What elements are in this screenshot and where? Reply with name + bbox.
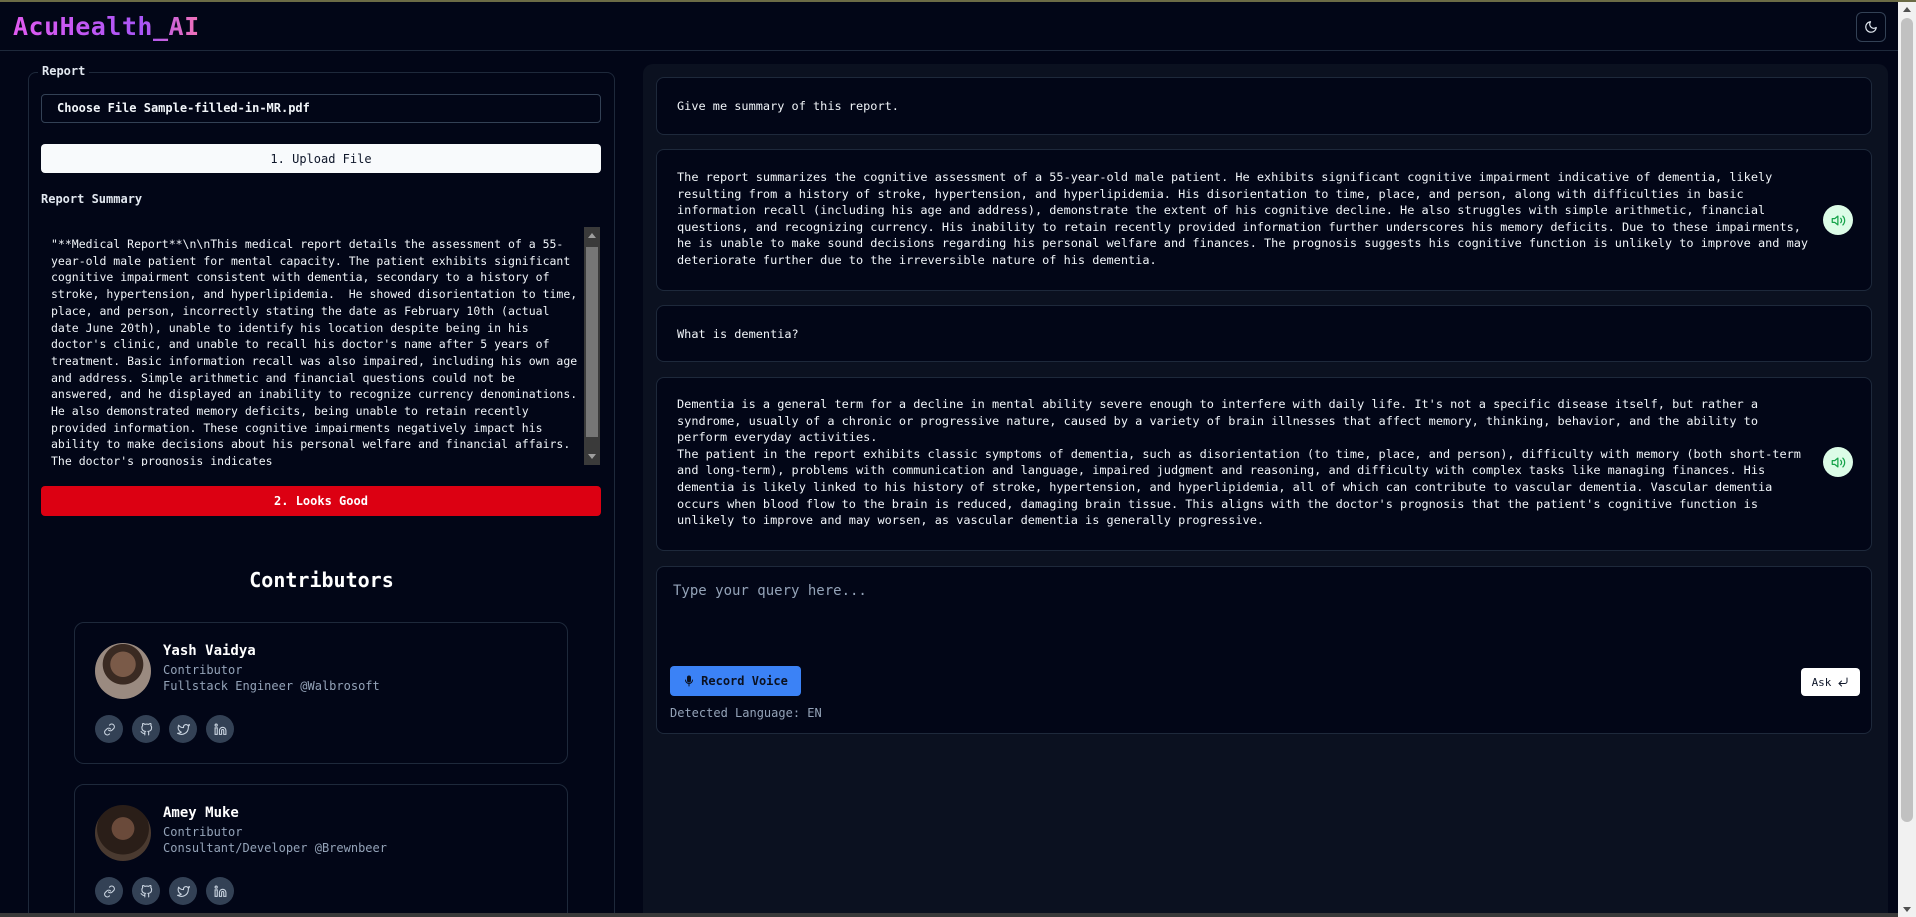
contributors-title: Contributors [249, 568, 394, 592]
looks-good-button[interactable]: 2. Looks Good [41, 486, 601, 516]
social-links [95, 877, 234, 905]
avatar [95, 643, 151, 699]
microphone-icon [685, 675, 694, 687]
message-text: The report summarizes the cognitive asse… [677, 170, 1816, 267]
github-icon [140, 722, 152, 735]
query-box: Record Voice Ask Detected Language: EN [656, 566, 1872, 734]
link-button[interactable] [95, 877, 123, 905]
app-header: AcuHealth_AI [0, 2, 1898, 51]
file-input[interactable]: Choose File Sample-filled-in-MR.pdf [41, 94, 601, 123]
twitter-button[interactable] [169, 715, 197, 743]
message-text: Give me summary of this report. [677, 99, 899, 113]
record-voice-label: Record Voice [701, 674, 788, 688]
twitter-icon [176, 885, 190, 897]
twitter-icon [176, 723, 190, 735]
assistant-message: The report summarizes the cognitive asse… [656, 149, 1872, 291]
contributor-role: Contributor [163, 825, 243, 839]
github-button[interactable] [132, 877, 160, 905]
social-links [95, 715, 234, 743]
twitter-button[interactable] [169, 877, 197, 905]
app-logo: AcuHealth_AI [13, 12, 200, 41]
contributor-name: Yash Vaidya [163, 643, 256, 659]
speaker-icon [1831, 457, 1845, 467]
query-input[interactable] [669, 579, 1859, 629]
play-audio-button[interactable] [1823, 447, 1853, 477]
github-button[interactable] [132, 715, 160, 743]
linkedin-button[interactable] [206, 715, 234, 743]
linkedin-icon [214, 885, 226, 897]
link-icon [103, 885, 115, 897]
report-legend: Report [38, 64, 90, 78]
contributor-org: Fullstack Engineer @Walbrosoft [163, 679, 380, 693]
contributor-org: Consultant/Developer @Brewnbeer [163, 841, 387, 855]
choose-file-label: Choose File [57, 101, 137, 115]
enter-icon [1838, 677, 1848, 687]
detected-language: Detected Language: EN [670, 706, 822, 720]
contributor-name: Amey Muke [163, 805, 239, 821]
message-text: What is dementia? [677, 327, 799, 341]
summary-scrollbar[interactable] [584, 227, 600, 465]
linkedin-icon [214, 723, 226, 735]
page-scrollbar[interactable] [1898, 2, 1916, 917]
page-scroll-down-arrow[interactable] [1903, 907, 1911, 912]
avatar [95, 805, 151, 861]
github-icon [140, 884, 152, 897]
speaker-icon [1831, 215, 1845, 225]
scroll-up-arrow[interactable] [588, 233, 596, 238]
ask-label: Ask [1811, 675, 1832, 689]
ask-button[interactable]: Ask [1801, 668, 1860, 696]
report-summary-text: "**Medical Report**\n\nThis medical repo… [51, 237, 585, 466]
contributor-card: Yash Vaidya Contributor Fullstack Engine… [74, 622, 568, 764]
report-summary-textarea[interactable]: "**Medical Report**\n\nThis medical repo… [41, 226, 601, 466]
contributor-card: Amey Muke Contributor Consultant/Develop… [74, 784, 568, 917]
link-button[interactable] [95, 715, 123, 743]
user-message: What is dementia? [656, 305, 1872, 362]
theme-toggle-button[interactable] [1856, 12, 1886, 42]
scroll-thumb[interactable] [586, 247, 598, 437]
link-icon [103, 723, 115, 735]
play-audio-button[interactable] [1823, 205, 1853, 235]
record-voice-button[interactable]: Record Voice [670, 666, 801, 696]
window-bottom-border [0, 913, 1898, 917]
file-name: Sample-filled-in-MR.pdf [143, 101, 310, 115]
contributor-role: Contributor [163, 663, 243, 677]
message-text: Dementia is a general term for a decline… [677, 397, 1801, 528]
assistant-message: Dementia is a general term for a decline… [656, 377, 1872, 551]
linkedin-button[interactable] [206, 877, 234, 905]
user-message: Give me summary of this report. [656, 77, 1872, 135]
page-scroll-thumb[interactable] [1901, 18, 1913, 822]
scroll-down-arrow[interactable] [588, 454, 596, 459]
moon-icon [1865, 21, 1877, 33]
report-summary-label: Report Summary [41, 192, 143, 206]
upload-file-button[interactable]: 1. Upload File [41, 144, 601, 173]
page-scroll-up-arrow[interactable] [1903, 7, 1911, 12]
